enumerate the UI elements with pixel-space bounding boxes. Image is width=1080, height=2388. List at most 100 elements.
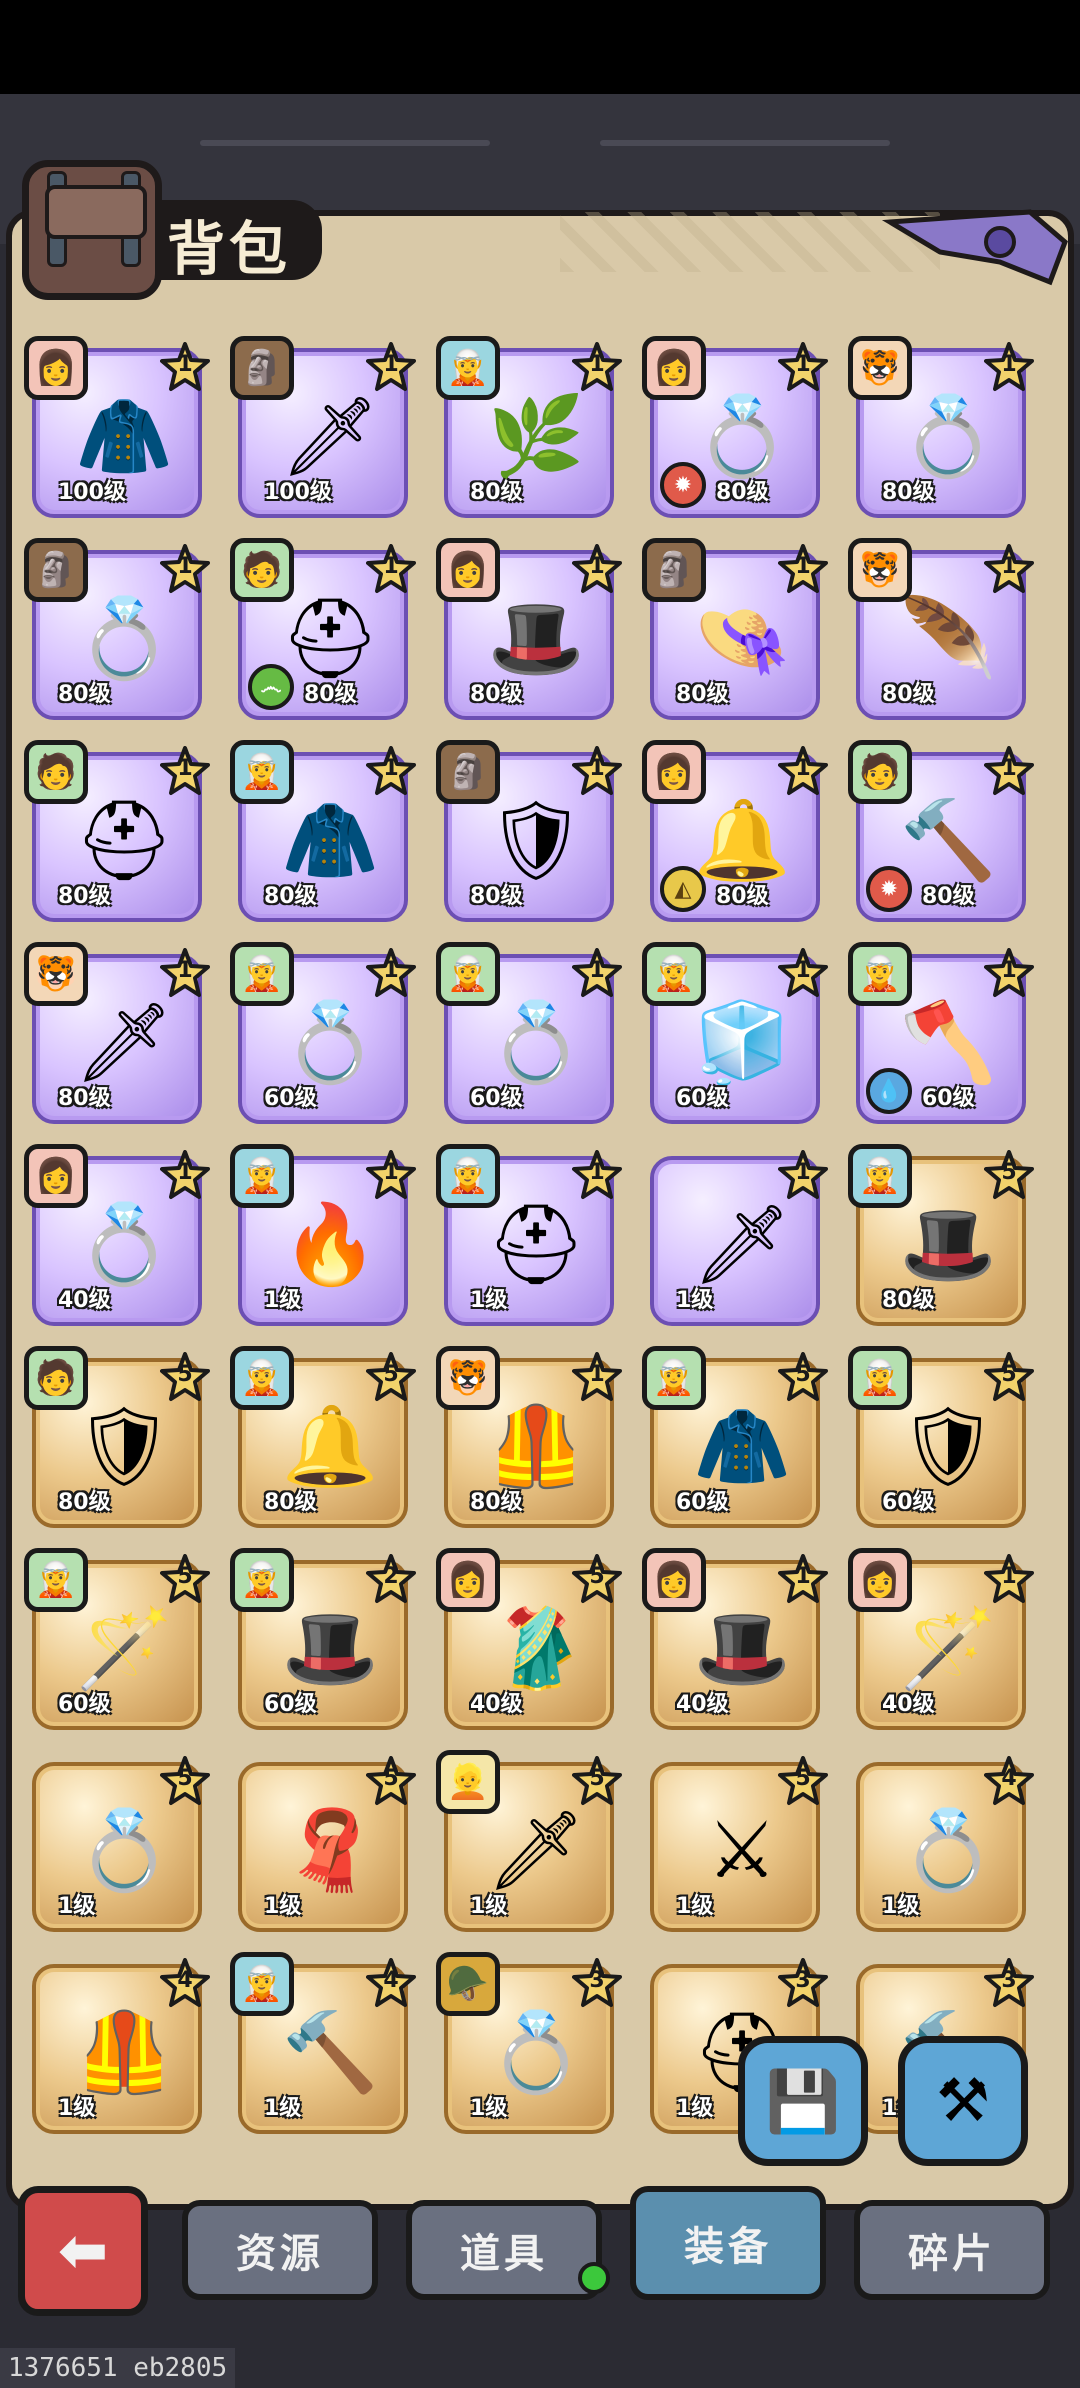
hero-avatar-icon: 🧝 bbox=[230, 740, 294, 804]
item-level: 1级 bbox=[470, 1894, 508, 1919]
equipment-slot[interactable]: ⛑ 80级 🧑 1 bbox=[24, 740, 210, 924]
tab-equipment[interactable]: 装备 bbox=[630, 2186, 826, 2300]
star-icon: 5 bbox=[572, 1554, 622, 1604]
equipment-slot[interactable]: 💍 1级 🪖 3 bbox=[436, 1952, 622, 2136]
equipment-slot[interactable]: 🥻 40级 👩 5 bbox=[436, 1548, 622, 1732]
star-icon: 1 bbox=[984, 746, 1034, 796]
equipment-slot[interactable]: 🔔 80级 🧝 5 bbox=[230, 1346, 416, 1530]
equipment-slot[interactable]: ⛑ 1级 🧝 1 bbox=[436, 1144, 622, 1328]
equipment-slot[interactable]: 🗡 1级 👱 5 bbox=[436, 1750, 622, 1934]
equipment-slot[interactable]: 💍 ✹ 80级 👩 1 bbox=[642, 336, 828, 520]
star-icon: 1 bbox=[366, 544, 416, 594]
equipment-slot[interactable]: 🗡 100级 🗿 1 bbox=[230, 336, 416, 520]
star-count: 1 bbox=[383, 958, 399, 983]
back-button[interactable]: ⬅ bbox=[18, 2186, 148, 2316]
notification-dot bbox=[578, 2262, 610, 2294]
star-icon: 1 bbox=[572, 746, 622, 796]
item-level: 100级 bbox=[58, 480, 126, 505]
star-icon: 5 bbox=[160, 1352, 210, 1402]
item-level: 100级 bbox=[264, 480, 332, 505]
item-level: 1级 bbox=[58, 1894, 96, 1919]
item-level: 80级 bbox=[470, 682, 523, 707]
star-icon: 1 bbox=[984, 948, 1034, 998]
hero-avatar-icon: 🪖 bbox=[436, 1952, 500, 2016]
star-count: 1 bbox=[795, 554, 811, 579]
title-header: 背包 bbox=[12, 150, 322, 300]
anvil-icon[interactable]: ⚒ bbox=[898, 2036, 1028, 2166]
star-count: 4 bbox=[1001, 1766, 1017, 1791]
equipment-slot[interactable]: 🎩 60级 🧝 2 bbox=[230, 1548, 416, 1732]
equipment-grid: 🧥 100级 👩 1 🗡 100级 🗿 1 🌿 80级 🧝 1 💍 ✹ 80级 👩 1 💍 80级 🐯 1 💍 80级 🗿 1 ⛑… bbox=[24, 336, 1054, 2136]
equipment-slot[interactable]: 🎩 80级 🧝 5 bbox=[848, 1144, 1034, 1328]
equipment-slot[interactable]: 🦺 1级 4 bbox=[24, 1952, 210, 2136]
equipment-slot[interactable]: 🧥 100级 👩 1 bbox=[24, 336, 210, 520]
equipment-slot[interactable]: 🔔 ◭ 80级 👩 1 bbox=[642, 740, 828, 924]
hero-avatar-icon: 🧝 bbox=[230, 1346, 294, 1410]
equipment-slot[interactable]: 🪓 💧 60级 🧝 1 bbox=[848, 942, 1034, 1126]
tab-items[interactable]: 道具 bbox=[406, 2200, 602, 2300]
star-count: 3 bbox=[1001, 1968, 1017, 1993]
star-count: 5 bbox=[795, 1766, 811, 1791]
star-icon: 1 bbox=[984, 342, 1034, 392]
tab-fragments[interactable]: 碎片 bbox=[854, 2200, 1050, 2300]
water-element-icon: 💧 bbox=[866, 1068, 912, 1114]
item-level: 80级 bbox=[264, 884, 317, 909]
item-level: 60级 bbox=[922, 1086, 975, 1111]
item-level: 80级 bbox=[58, 1490, 111, 1515]
star-count: 5 bbox=[1001, 1160, 1017, 1185]
equipment-slot[interactable]: 🧣 1级 5 bbox=[230, 1750, 416, 1934]
item-level: 60级 bbox=[882, 1490, 935, 1515]
equipment-slot[interactable]: 🎩 80级 👩 1 bbox=[436, 538, 622, 722]
star-icon: 1 bbox=[160, 544, 210, 594]
equipment-slot[interactable]: 🎩 40级 👩 1 bbox=[642, 1548, 828, 1732]
equipment-slot[interactable]: 💍 80级 🐯 1 bbox=[848, 336, 1034, 520]
equipment-slot[interactable]: 🪄 60级 🧝 5 bbox=[24, 1548, 210, 1732]
equipment-slot[interactable]: 🧥 60级 🧝 5 bbox=[642, 1346, 828, 1530]
star-count: 1 bbox=[795, 1160, 811, 1185]
equipment-slot[interactable]: ⚔ 1级 5 bbox=[642, 1750, 828, 1934]
item-level: 80级 bbox=[470, 884, 523, 909]
equipment-slot[interactable]: 💍 60级 🧝 1 bbox=[436, 942, 622, 1126]
star-icon: 3 bbox=[778, 1958, 828, 2008]
equipment-slot[interactable]: 🧥 80级 🧝 1 bbox=[230, 740, 416, 924]
star-icon: 5 bbox=[778, 1352, 828, 1402]
ornament-line bbox=[200, 140, 490, 146]
equipment-slot[interactable]: 🗡 80级 🐯 1 bbox=[24, 942, 210, 1126]
equipment-slot[interactable]: ⛑ ෴ 80级 🧑 1 bbox=[230, 538, 416, 722]
equipment-slot[interactable]: 🛡 60级 🧝 5 bbox=[848, 1346, 1034, 1530]
equipment-slot[interactable]: 💍 1级 4 bbox=[848, 1750, 1034, 1934]
tab-resources[interactable]: 资源 bbox=[182, 2200, 378, 2300]
equipment-slot[interactable]: 🧊 60级 🧝 1 bbox=[642, 942, 828, 1126]
hero-avatar-icon: 🗿 bbox=[24, 538, 88, 602]
star-count: 5 bbox=[383, 1362, 399, 1387]
star-count: 1 bbox=[383, 352, 399, 377]
star-icon: 1 bbox=[366, 1150, 416, 1200]
hero-avatar-icon: 👩 bbox=[24, 336, 88, 400]
equipment-slot[interactable]: 🗡 1级 1 bbox=[642, 1144, 828, 1328]
equipment-slot[interactable]: 💍 1级 5 bbox=[24, 1750, 210, 1934]
equipment-slot[interactable]: 🪶 80级 🐯 1 bbox=[848, 538, 1034, 722]
equipment-slot[interactable]: 👒 80级 🗿 1 bbox=[642, 538, 828, 722]
star-icon: 5 bbox=[572, 1756, 622, 1806]
equipment-slot[interactable]: 🌿 80级 🧝 1 bbox=[436, 336, 622, 520]
equipment-slot[interactable]: 🦺 80级 🐯 1 bbox=[436, 1346, 622, 1530]
equipment-slot[interactable]: 🔨 ✹ 80级 🧑 1 bbox=[848, 740, 1034, 924]
hero-avatar-icon: 🧝 bbox=[436, 1144, 500, 1208]
item-level: 40级 bbox=[676, 1692, 729, 1717]
equipment-slot[interactable]: 🛡 80级 🧑 5 bbox=[24, 1346, 210, 1530]
hero-avatar-icon: 🐯 bbox=[848, 336, 912, 400]
star-count: 5 bbox=[1001, 1362, 1017, 1387]
equipment-slot[interactable]: 💍 60级 🧝 1 bbox=[230, 942, 416, 1126]
equipment-slot[interactable]: 🛡 80级 🗿 1 bbox=[436, 740, 622, 924]
equipment-slot[interactable]: 💍 40级 👩 1 bbox=[24, 1144, 210, 1328]
save-icon[interactable]: 💾 bbox=[738, 2036, 868, 2166]
equipment-slot[interactable]: 💍 80级 🗿 1 bbox=[24, 538, 210, 722]
star-count: 4 bbox=[177, 1968, 193, 1993]
item-level: 80级 bbox=[716, 480, 769, 505]
equipment-slot[interactable]: 🪄 40级 👩 1 bbox=[848, 1548, 1034, 1732]
star-icon: 1 bbox=[160, 746, 210, 796]
star-count: 5 bbox=[383, 1766, 399, 1791]
equipment-slot[interactable]: 🔥 1级 🧝 1 bbox=[230, 1144, 416, 1328]
hero-avatar-icon: 🗿 bbox=[642, 538, 706, 602]
equipment-slot[interactable]: 🔨 1级 🧝 4 bbox=[230, 1952, 416, 2136]
